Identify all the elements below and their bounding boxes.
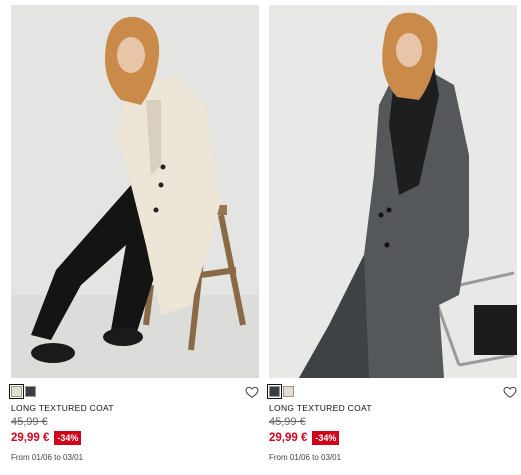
original-price: 45,99 € bbox=[11, 416, 48, 428]
sale-price: 29,99 € bbox=[11, 432, 50, 444]
product-card[interactable]: LONG TEXTURED COAT 45,99 € 29,99 € -34% … bbox=[267, 5, 517, 462]
product-grid: LONG TEXTURED COAT 45,99 € 29,99 € -34% … bbox=[0, 0, 521, 475]
price-row: 29,99 € -34% bbox=[11, 431, 82, 445]
color-swatch-cream[interactable] bbox=[9, 384, 24, 399]
availability-dates: From 01/06 to 03/01 bbox=[269, 453, 342, 462]
availability-dates: From 01/06 to 03/01 bbox=[11, 453, 84, 462]
heart-icon[interactable] bbox=[245, 385, 259, 399]
color-swatches bbox=[267, 384, 294, 399]
color-swatch-charcoal[interactable] bbox=[25, 386, 36, 397]
price-row: 29,99 € -34% bbox=[269, 431, 340, 445]
product-card[interactable]: LONG TEXTURED COAT 45,99 € 29,99 € -34% … bbox=[9, 5, 259, 462]
heart-icon[interactable] bbox=[503, 385, 517, 399]
product-photo[interactable] bbox=[269, 5, 517, 378]
color-swatches bbox=[9, 384, 36, 399]
color-swatch-charcoal[interactable] bbox=[267, 384, 282, 399]
color-swatch-cream[interactable] bbox=[283, 386, 294, 397]
discount-badge: -34% bbox=[312, 431, 340, 445]
original-price: 45,99 € bbox=[269, 416, 306, 428]
product-name[interactable]: LONG TEXTURED COAT bbox=[11, 403, 114, 413]
sale-price: 29,99 € bbox=[269, 432, 308, 444]
product-photo[interactable] bbox=[11, 5, 259, 378]
discount-badge: -34% bbox=[54, 431, 82, 445]
product-name[interactable]: LONG TEXTURED COAT bbox=[269, 403, 372, 413]
